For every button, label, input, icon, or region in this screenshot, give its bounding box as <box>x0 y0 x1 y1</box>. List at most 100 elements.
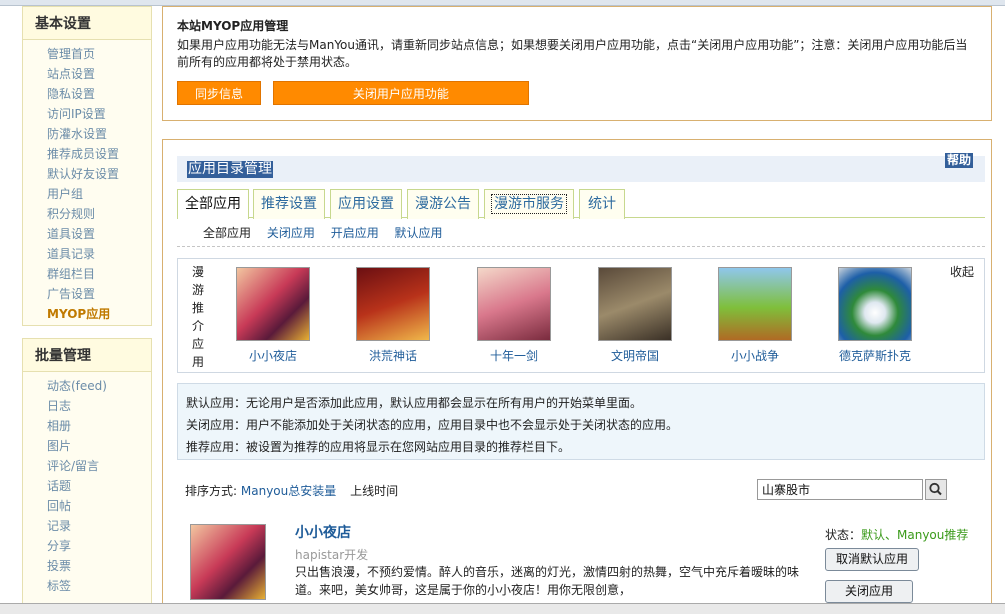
status-label: 状态： <box>825 528 862 542</box>
sidebar-item[interactable]: 管理首页 <box>47 44 151 64</box>
note-recommend: 推荐应用：被设置为推荐的应用将显示在您网站应用目录的推荐栏目下。 <box>186 440 571 454</box>
recommended-apps-box: 漫游推介应用 收起 小小夜店 洪荒神话 十年一剑 文明帝国 小小战争 德克萨斯扑… <box>177 258 985 373</box>
app-item-name[interactable]: 小小夜店 <box>295 522 351 542</box>
recommended-label-char: 推 <box>192 301 205 315</box>
sidebar-item[interactable]: MYOP应用 <box>47 304 151 324</box>
myop-panel: 本站MYOP应用管理 如果用户应用功能无法与ManYou通讯，请重新同步站点信息… <box>162 6 992 121</box>
app-name: 小小战争 <box>730 349 779 363</box>
sidebar-item[interactable]: 广告设置 <box>47 284 151 304</box>
browser-status-bar <box>0 603 1005 614</box>
app-thumbnail-icon <box>356 267 430 341</box>
recommended-label-char: 介 <box>192 319 205 333</box>
help-link[interactable]: 帮助 <box>944 153 973 168</box>
sort-by-installs[interactable]: Manyou总安装量 <box>241 484 336 498</box>
sidebar-item[interactable]: 推荐成员设置 <box>47 144 151 164</box>
tab-recommend-settings[interactable]: 推荐设置 <box>253 189 325 219</box>
recommended-label: 漫游推介应用 <box>192 263 206 371</box>
app-card[interactable]: 洪荒神话 <box>348 267 438 364</box>
sidebar-batch-list: 动态(feed) 日志 相册 图片 评论/留言 话题 回帖 记录 分享 投票 标签 <box>23 372 151 602</box>
app-name: 德克萨斯扑克 <box>838 349 911 363</box>
note-closed: 关闭应用：用户不能添加处于关闭状态的应用，应用目录中也不会显示处于关闭状态的应用… <box>186 418 679 432</box>
sidebar-item[interactable]: 道具设置 <box>47 224 151 244</box>
sidebar: 基本设置 管理首页 站点设置 隐私设置 访问IP设置 防灌水设置 推荐成员设置 默认好友设置… <box>22 6 152 614</box>
sort-label: 排序方式: <box>185 484 238 498</box>
app-item-thumbnail-icon[interactable] <box>190 524 266 600</box>
sidebar-basic-section: 基本设置 管理首页 站点设置 隐私设置 访问IP设置 防灌水设置 推荐成员设置 默认好友设置… <box>22 6 152 326</box>
app-name: 洪荒神话 <box>368 349 417 363</box>
sidebar-batch-section: 批量管理 动态(feed) 日志 相册 图片 评论/留言 话题 回帖 记录 分享 投票 标签 <box>22 338 152 614</box>
sidebar-item[interactable]: 标签 <box>47 576 151 596</box>
app-thumbnail-icon <box>718 267 792 341</box>
sidebar-item[interactable]: 积分规则 <box>47 204 151 224</box>
sidebar-item[interactable]: 相册 <box>47 416 151 436</box>
catalog-tabs: 全部应用 推荐设置 应用设置 漫游公告 漫游市服务 统计 <box>177 188 985 219</box>
search-button[interactable] <box>925 479 947 500</box>
app-card[interactable]: 小小战争 <box>710 267 800 364</box>
app-thumbnail-icon <box>236 267 310 341</box>
sidebar-item[interactable]: 回帖 <box>47 496 151 516</box>
sidebar-item[interactable]: 投票 <box>47 556 151 576</box>
subtab-closed[interactable]: 关闭应用 <box>267 226 315 240</box>
search-input[interactable] <box>757 479 923 500</box>
sidebar-item[interactable]: 站点设置 <box>47 64 151 84</box>
sidebar-item[interactable]: 默认好友设置 <box>47 164 151 184</box>
tab-statistics[interactable]: 统计 <box>579 189 625 219</box>
sort-by-date[interactable]: 上线时间 <box>350 484 398 498</box>
app-thumbnail-icon <box>598 267 672 341</box>
app-name: 文明帝国 <box>610 349 659 363</box>
subtab-default[interactable]: 默认应用 <box>395 226 443 240</box>
sort-bar: 排序方式: Manyou总安装量 上线时间 <box>185 482 398 499</box>
myop-description: 如果用户应用功能无法与ManYou通讯，请重新同步站点信息；如果想要关闭用户应用… <box>177 38 968 69</box>
tab-all-apps[interactable]: 全部应用 <box>177 189 249 219</box>
subtab-open[interactable]: 开启应用 <box>331 226 379 240</box>
sidebar-batch-title: 批量管理 <box>23 339 151 372</box>
sync-info-button[interactable]: 同步信息 <box>177 81 261 105</box>
recommended-label-char: 应 <box>192 337 205 351</box>
tab-roaming-service[interactable]: 漫游市服务 <box>484 189 574 219</box>
note-default: 默认应用：无论用户是否添加此应用，默认应用都会显示在所有用户的开始菜单里面。 <box>186 396 643 410</box>
sidebar-item[interactable]: 隐私设置 <box>47 84 151 104</box>
sidebar-item[interactable]: 用户组 <box>47 184 151 204</box>
collapse-link[interactable]: 收起 <box>950 263 974 280</box>
close-user-apps-button[interactable]: 关闭用户应用功能 <box>272 81 529 105</box>
sidebar-item[interactable]: 动态(feed) <box>47 376 151 396</box>
sidebar-basic-title: 基本设置 <box>23 7 151 40</box>
myop-title: 本站MYOP应用管理 <box>177 19 289 33</box>
app-item-status: 状态：默认、Manyou推荐 <box>825 526 968 543</box>
tab-roaming-notice[interactable]: 漫游公告 <box>407 189 479 219</box>
app-item-description: 只出售浪漫，不预约爱情。醉人的音乐，迷离的灯光，激情四射的热舞，空气中充斥着暧昧… <box>295 565 800 597</box>
app-name: 小小夜店 <box>248 349 297 363</box>
catalog-title-bar: 应用目录管理 <box>177 156 985 182</box>
recommended-label-char: 漫 <box>192 265 205 279</box>
app-thumbnail-icon <box>477 267 551 341</box>
sidebar-item[interactable]: 群组栏目 <box>47 264 151 284</box>
app-card[interactable]: 文明帝国 <box>590 267 680 364</box>
subtab-all[interactable]: 全部应用 <box>203 226 251 240</box>
status-value: 默认、Manyou推荐 <box>861 528 969 542</box>
sidebar-item[interactable]: 防灌水设置 <box>47 124 151 144</box>
sidebar-item[interactable]: 访问IP设置 <box>47 104 151 124</box>
sidebar-item[interactable]: 话题 <box>47 476 151 496</box>
sidebar-item[interactable]: 评论/留言 <box>47 456 151 476</box>
sidebar-item[interactable]: 分享 <box>47 536 151 556</box>
recommended-label-char: 游 <box>192 283 205 297</box>
app-name: 十年一剑 <box>489 349 538 363</box>
search-icon <box>929 482 942 496</box>
sidebar-item[interactable]: 日志 <box>47 396 151 416</box>
subtabs: 全部应用 关闭应用 开启应用 默认应用 <box>203 224 455 244</box>
sidebar-item[interactable]: 道具记录 <box>47 244 151 264</box>
tab-app-settings[interactable]: 应用设置 <box>330 189 402 219</box>
cancel-default-button[interactable]: 取消默认应用 <box>825 548 920 571</box>
app-card[interactable]: 小小夜店 <box>228 267 318 364</box>
info-notes: 默认应用：无论用户是否添加此应用，默认应用都会显示在所有用户的开始菜单里面。 关… <box>177 383 985 460</box>
catalog-panel: 应用目录管理 帮助 全部应用 推荐设置 应用设置 漫游公告 漫游市服务 统计 全… <box>162 139 992 614</box>
sidebar-item[interactable]: 图片 <box>47 436 151 456</box>
catalog-title: 应用目录管理 <box>187 161 273 178</box>
close-app-button[interactable]: 关闭应用 <box>825 580 913 603</box>
app-card[interactable]: 德克萨斯扑克 <box>830 267 920 364</box>
app-card[interactable]: 十年一剑 <box>469 267 559 364</box>
sidebar-item[interactable]: 记录 <box>47 516 151 536</box>
divider <box>177 246 985 247</box>
sidebar-basic-list: 管理首页 站点设置 隐私设置 访问IP设置 防灌水设置 推荐成员设置 默认好友设置 用户组 积分… <box>23 40 151 330</box>
app-thumbnail-icon <box>838 267 912 341</box>
